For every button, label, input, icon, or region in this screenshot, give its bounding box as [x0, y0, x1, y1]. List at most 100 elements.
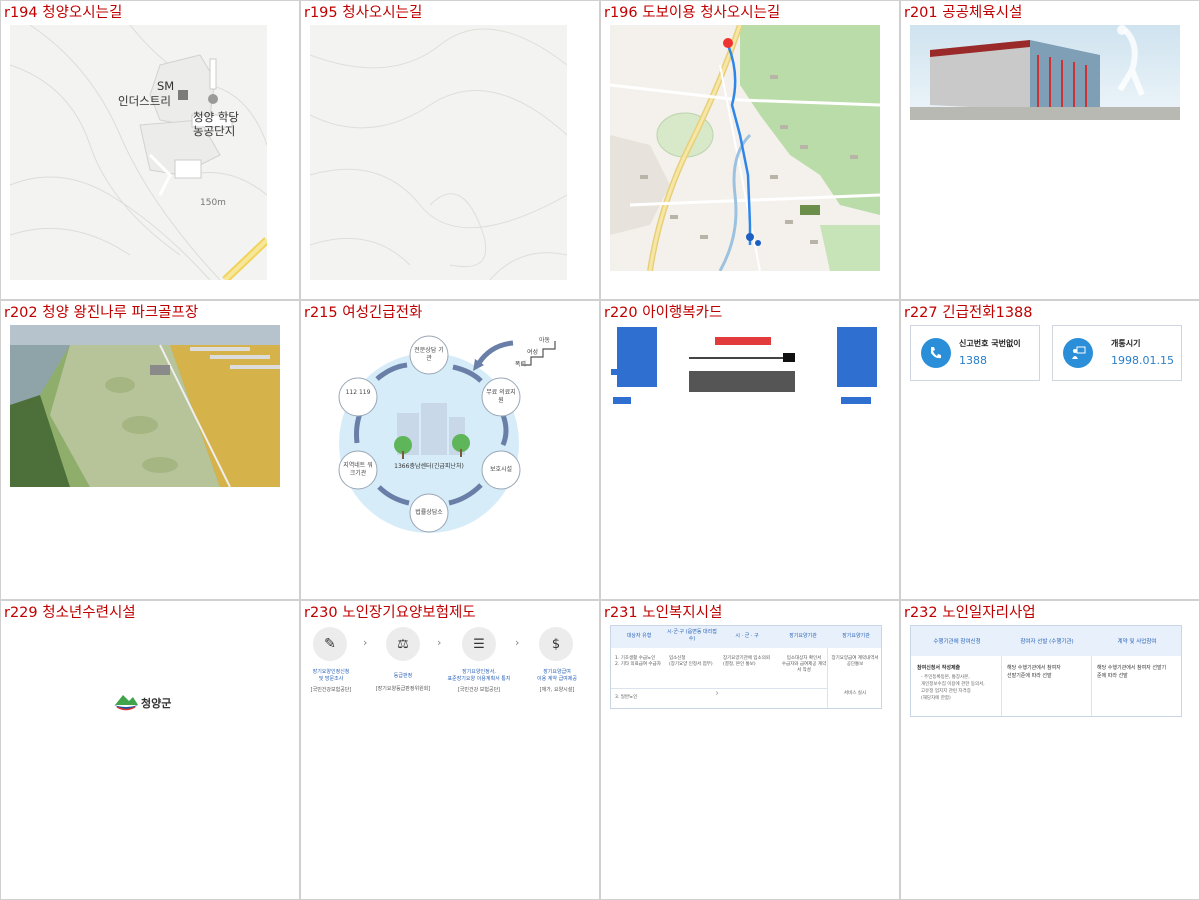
map-label-sm: SM [157, 79, 175, 93]
cell-r232[interactable]: r232 노인일자리사업 수행기관에 참여신청 참여자 선발 (수행기관) 계약… [900, 600, 1200, 900]
process-table: 대상자 유형 시·군·구 (읍면동 대리접수) 시 · 군 · 구 장기요양기관… [610, 625, 882, 709]
flow-col1-item: (해당자에 한함) [921, 696, 951, 701]
cell-r227[interactable]: r227 긴급전화1388 신고번호 국번없이 1388 개통시기 1998.0… [900, 300, 1200, 600]
cell-title: r232 노인일자리사업 [904, 605, 1036, 621]
card-left-foot [613, 397, 631, 404]
cell-r201[interactable]: r201 공공체육시설 [900, 0, 1200, 300]
step-4: 장기요양급여 이용 계약 급여제공 [재가, 요양시설] [525, 669, 589, 694]
flow-col1-item: 개인정보수집 이용에 관한 동의서, [921, 682, 985, 687]
person-board-icon [1063, 338, 1093, 368]
step-agency: [국민건강보험공단] [310, 687, 352, 693]
table-cell: 1. 기초생활 수급노인 2. 기타 의료급여 수급자 [615, 656, 661, 667]
step-line: 장기요양인정신청 [312, 669, 350, 675]
step-line: 이용 계약 급여제공 [537, 676, 577, 682]
table-cell: 입소대상자 확인서 수급자와 급여제공 계약서 작성 [781, 656, 827, 673]
map-label-park2: 농공단지 [193, 124, 236, 138]
route-map-thumbnail[interactable] [610, 25, 880, 271]
step-child: 아동 [539, 337, 551, 344]
card-line [689, 357, 785, 359]
phone-icon [921, 338, 951, 368]
golf-aerial-photo[interactable] [10, 325, 280, 487]
gym-photo[interactable] [910, 25, 1180, 120]
node-local-network: 지역네트 워크기관 [343, 462, 373, 477]
chevron-right-icon: › [515, 636, 520, 649]
cell-r231[interactable]: r231 노인복지시설 대상자 유형 시·군·구 (읍면동 대리접수) 시 · … [600, 600, 900, 900]
info-card-report-number: 신고번호 국번없이 1388 [910, 325, 1040, 381]
flow-col3: 해당 수행기관에서 참여자 선발기 준에 따라 선발 [1097, 664, 1166, 680]
table-divider [827, 648, 828, 708]
money-hand-icon: $ [539, 627, 573, 661]
cell-r230[interactable]: r230 노인장기요양보험제도 ✎ › ⚖ › ☰ › $ 장기요양인정신청 및… [300, 600, 600, 900]
step-2: 등급판정 [장기요양등급판정위원회] [373, 673, 433, 693]
step-agency: [재가, 요양시설] [539, 687, 575, 693]
cell-title: r229 청소년수련시설 [4, 605, 136, 621]
card-title: 신고번호 국번없이 [959, 339, 1021, 348]
card-value: 1388 [959, 354, 987, 367]
flow-col2-line: 해당 수행기관에서 참여자 [1007, 665, 1061, 671]
card-right-foot [841, 397, 871, 404]
step-1: 장기요양인정신청 및 방문조사 [국민건강보험공단] [303, 669, 359, 694]
flow-divider [1091, 656, 1092, 716]
table-cell: 입소신청 (장기요양 인정서 첨부) [669, 656, 713, 667]
map-contours [10, 25, 267, 280]
card-red-strip [715, 337, 771, 345]
flow-col1-title: 참여신청서 작성제출 [917, 665, 961, 671]
step-line: 장기요양급여 [543, 669, 571, 675]
info-card-open-date: 개통시기 1998.01.15 [1052, 325, 1182, 381]
map-thumbnail[interactable] [310, 25, 567, 280]
flow-col2: 해당 수행기관에서 참여자 선발기준에 따라 선발 [1007, 664, 1061, 680]
cell-title: r220 아이행복카드 [604, 305, 723, 321]
step-agency: [국민건강 보험공단] [457, 687, 501, 693]
emergency-network-diagram[interactable]: 전문상담 기관 무료 의료지원 보호시설 법률상담소 지역네트 워크기관 112… [321, 325, 581, 561]
cell-title: r227 긴급전화1388 [904, 305, 1033, 321]
golf-aerial-illustration [10, 325, 280, 487]
flow-col1-item: - 주민등록등본, 통장사본, [921, 675, 970, 680]
cell-r229[interactable]: r229 청소년수련시설 청양군 [0, 600, 300, 900]
cell-r215[interactable]: r215 여성긴급전화 전문상담 기관 무료 의료지원 보호시설 법률상담소 지… [300, 300, 600, 600]
step-line: 및 방문조사 [318, 676, 344, 682]
flow-header: 계약 및 사업참여 [1117, 639, 1157, 645]
step-line: 표준장기요양 이용계획서 통지 [447, 676, 511, 682]
node-counsel: 전문상담 기관 [414, 347, 444, 362]
flow-col3-line: 해당 수행기관에서 참여자 선발기 [1097, 665, 1167, 671]
cell-title: r231 노인복지시설 [604, 605, 723, 621]
flow-header: 참여자 선발 (수행기관) [1020, 639, 1074, 645]
step-agency: [장기요양등급판정위원회] [375, 686, 431, 692]
cell-title: r201 공공체육시설 [904, 5, 1023, 21]
cheongyang-logo-icon [113, 693, 139, 711]
diagram-center-label: 1366충남센터(긴급피난처) [394, 463, 464, 470]
flow-divider [1001, 656, 1002, 716]
table-header: 장기요양기관 [789, 633, 817, 639]
node-medical: 무료 의료지원 [486, 389, 516, 404]
flow-col3-line: 준에 따라 선발 [1097, 673, 1128, 679]
diagram-graphics [338, 335, 556, 533]
table-cell: 장기요양기관에 입소의뢰 (결정, 본인 통보) [723, 656, 770, 667]
flow-col1-item: 고유정 업지지 관련 자격증 [921, 689, 971, 694]
cell-r194[interactable]: r194 청양오시는길 SM 인더스트리 청양 학당 농공단지 150m [0, 0, 300, 300]
chevron-right-icon: › [715, 688, 719, 699]
table-cell: 3. 일반노인 [615, 695, 638, 700]
cell-r195[interactable]: r195 청사오시는길 [300, 0, 600, 300]
chevron-right-icon: › [363, 636, 368, 649]
node-shelter: 보호시설 [489, 466, 513, 473]
cell-title: r215 여성긴급전화 [304, 305, 423, 321]
table-cell: 장기요양급여 계약내역서 공단통보 [831, 656, 879, 667]
table-header: 시 · 군 · 구 [735, 633, 759, 639]
cell-title: r230 노인장기요양보험제도 [304, 605, 476, 621]
map-thumbnail[interactable]: SM 인더스트리 청양 학당 농공단지 150m [10, 25, 267, 280]
route-map [610, 25, 880, 271]
table-header: 대상자 유형 [626, 633, 652, 639]
gallery-grid: r194 청양오시는길 SM 인더스트리 청양 학당 농공단지 150m r19… [0, 0, 1200, 900]
document-hand-icon: ☰ [462, 627, 496, 661]
table-header: 시·군·구 (읍면동 대리접수) [667, 629, 717, 642]
cell-r220[interactable]: r220 아이행복카드 [600, 300, 900, 600]
map-label-sm-industry: 인더스트리 [118, 94, 171, 108]
gym-building-illustration [910, 25, 1180, 120]
cell-title: r202 청양 왕진나루 파크골프장 [4, 305, 199, 321]
gavel-icon: ⚖ [386, 627, 420, 661]
step-line: 등급판정 [393, 673, 413, 679]
node-legal: 법률상담소 [415, 509, 443, 516]
cell-r202[interactable]: r202 청양 왕진나루 파크골프장 [0, 300, 300, 600]
card-left-block [617, 327, 657, 387]
cell-r196[interactable]: r196 도보이용 청사오시는길 [600, 0, 900, 300]
